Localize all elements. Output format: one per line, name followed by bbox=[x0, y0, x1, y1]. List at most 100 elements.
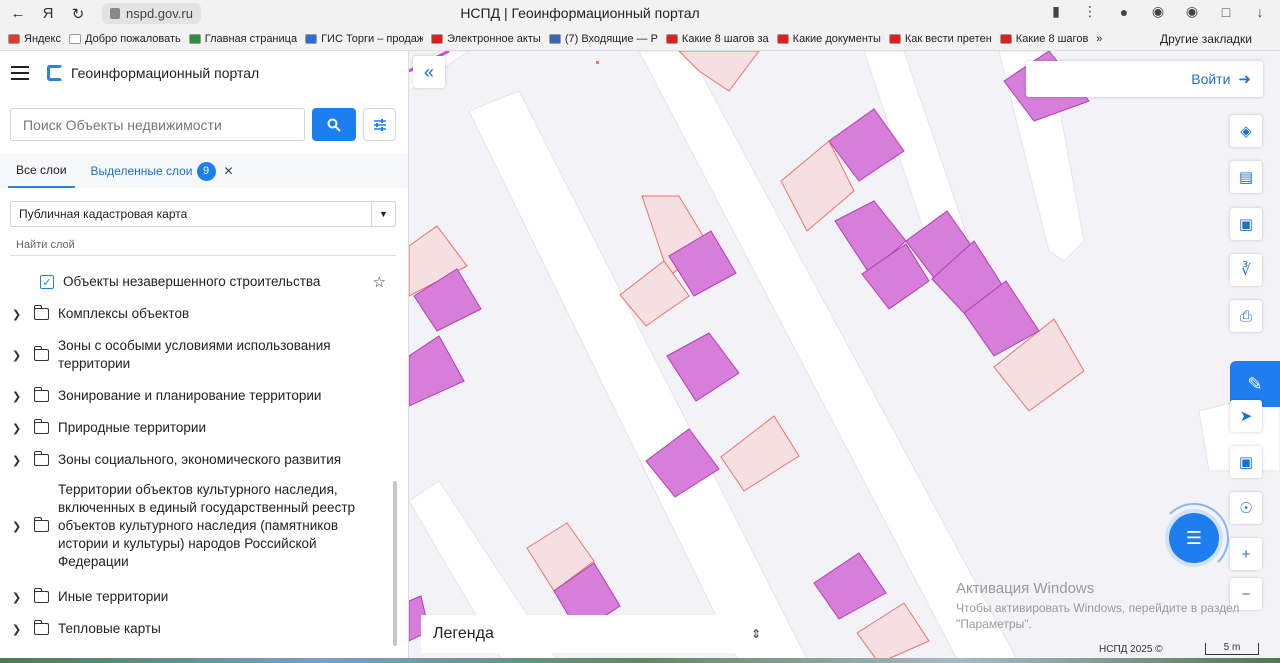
chevron-right-icon[interactable]: ❯ bbox=[12, 454, 24, 467]
layer-item-checked[interactable]: ✓ Объекты незавершенного строительства ☆ bbox=[0, 273, 396, 291]
folder-label: Комплексы объектов bbox=[58, 306, 190, 321]
parcel[interactable] bbox=[666, 332, 740, 402]
locate-button[interactable]: ➤ bbox=[1230, 400, 1262, 432]
yandex-icon[interactable]: Я bbox=[36, 2, 60, 26]
parcel[interactable] bbox=[409, 335, 465, 407]
browser-toolbar: ← Я ↻ nspd.gov.ru НСПД | Геоинформационн… bbox=[0, 0, 1280, 27]
scrollbar-thumb[interactable] bbox=[393, 481, 397, 646]
minimap-icon: ▣ bbox=[1238, 454, 1254, 471]
other-bookmarks-button[interactable]: Другие закладки bbox=[1160, 32, 1252, 46]
collapse-panel-button[interactable]: « bbox=[413, 56, 445, 88]
folder-item[interactable]: ❯ Комплексы объектов bbox=[0, 305, 396, 323]
star-icon[interactable]: ☆ bbox=[373, 273, 386, 291]
share-icon: ∛ bbox=[1241, 262, 1251, 279]
parcel[interactable] bbox=[856, 602, 930, 663]
share-icon[interactable]: □ bbox=[1216, 4, 1236, 20]
chevron-right-icon[interactable]: ❯ bbox=[12, 623, 24, 636]
hamburger-menu-icon[interactable] bbox=[11, 66, 29, 80]
login-label: Войти bbox=[1191, 71, 1231, 87]
search-button[interactable] bbox=[312, 108, 356, 141]
parcel[interactable] bbox=[720, 415, 800, 492]
bookmark-item[interactable]: Электронное акты bbox=[431, 33, 541, 45]
folder-icon bbox=[33, 419, 49, 434]
chevron-right-icon[interactable]: ❯ bbox=[12, 520, 24, 533]
minimap-button[interactable]: ▣ bbox=[1230, 446, 1262, 478]
chevron-right-icon[interactable]: ❯ bbox=[12, 591, 24, 604]
reload-icon[interactable]: ↻ bbox=[66, 2, 90, 26]
expand-collapse-icon[interactable]: ⇕ bbox=[751, 627, 761, 641]
layers-icon: ◈ bbox=[1240, 123, 1252, 140]
more-bookmarks-button[interactable]: » bbox=[1096, 33, 1102, 45]
folder-item[interactable]: ❯ Зонирование и планирование территории bbox=[0, 387, 396, 405]
find-layer-input[interactable]: Найти слой bbox=[16, 239, 75, 251]
folder-item[interactable]: ❯ Зоны с особыми условиями использования… bbox=[0, 337, 396, 373]
bookmark-item[interactable]: (7) Входящие — Р bbox=[548, 33, 658, 45]
folder-icon bbox=[33, 305, 49, 320]
legend-label: Легенда bbox=[433, 625, 494, 642]
bookmark-label: Какие 8 шагов bbox=[1015, 32, 1089, 45]
layer-checkbox[interactable]: ✓ bbox=[40, 275, 54, 289]
lock-icon bbox=[110, 8, 120, 19]
bookmark-item[interactable]: Какие 8 шагов bbox=[999, 32, 1089, 45]
chevron-right-icon[interactable]: ❯ bbox=[12, 349, 24, 362]
address-bar[interactable]: nspd.gov.ru bbox=[102, 3, 201, 24]
zoom-in-button[interactable]: + bbox=[1230, 538, 1262, 570]
assistant-icon: ✎ bbox=[1247, 373, 1263, 394]
folder-item[interactable]: ❯ Тепловые карты bbox=[0, 620, 396, 638]
bookmark-item[interactable]: Главная страница bbox=[188, 33, 297, 45]
chevron-right-icon[interactable]: ❯ bbox=[12, 308, 24, 321]
extension-icon[interactable]: ● bbox=[1114, 4, 1134, 20]
layers-button[interactable]: ◈ bbox=[1230, 115, 1262, 147]
tab-selected-layers[interactable]: Выделенные слои 9 ✕ bbox=[83, 154, 242, 188]
profile-icon[interactable]: ◉ bbox=[1148, 3, 1168, 20]
bookmark-icon[interactable]: ▮ bbox=[1046, 3, 1066, 20]
bookmark-favicon-icon bbox=[548, 33, 561, 44]
map-view[interactable]: « Войти ➜ ◈ ▤ ▣ ∛ ⎙ ✎ ➤ ▣ ☉ + − ☰ Актива… bbox=[409, 51, 1280, 663]
filter-button[interactable] bbox=[363, 108, 396, 141]
map-canvas[interactable] bbox=[409, 51, 1280, 663]
chat-button[interactable]: ☰ bbox=[1169, 513, 1219, 563]
menu-icon[interactable]: ⋮ bbox=[1080, 3, 1100, 20]
search-location-button[interactable]: ☉ bbox=[1230, 492, 1262, 524]
bookmark-item[interactable]: Какие 8 шагов за bbox=[665, 33, 769, 45]
chevron-down-icon[interactable]: ▼ bbox=[371, 202, 395, 226]
profile-icon-2[interactable]: ◉ bbox=[1182, 3, 1202, 20]
layer-tabs: Все слои Выделенные слои 9 ✕ bbox=[0, 154, 408, 188]
tab-all-layers[interactable]: Все слои bbox=[8, 154, 75, 188]
legend-panel[interactable]: Легенда ⇕ bbox=[421, 615, 773, 653]
bookmark-item[interactable]: Добро пожаловать bbox=[69, 33, 181, 45]
bookmark-item[interactable]: Как вести претен bbox=[888, 33, 992, 45]
bookmark-label: Добро пожаловать bbox=[85, 32, 181, 45]
chevron-right-icon[interactable]: ❯ bbox=[12, 422, 24, 435]
close-icon[interactable]: ✕ bbox=[224, 164, 234, 178]
area-select-button[interactable]: ▣ bbox=[1230, 208, 1262, 240]
chevron-right-icon[interactable]: ❯ bbox=[12, 390, 24, 403]
bookmark-item[interactable]: Яндекс bbox=[8, 33, 61, 45]
parcel[interactable] bbox=[813, 552, 887, 620]
bookmark-item[interactable]: ГИС Торги – продажа bbox=[305, 33, 423, 45]
tab-selected-label: Выделенные слои bbox=[90, 164, 193, 178]
download-icon[interactable]: ↓ bbox=[1250, 4, 1270, 20]
folder-icon bbox=[33, 346, 49, 361]
windows-watermark-title: Активация Windows bbox=[956, 580, 1095, 597]
folder-label: Территории объектов культурного наследия… bbox=[58, 482, 356, 569]
back-icon[interactable]: ← bbox=[6, 2, 30, 26]
folder-item[interactable]: ❯ Иные территории bbox=[0, 588, 396, 606]
print-button[interactable]: ⎙ bbox=[1230, 300, 1262, 332]
bookmark-favicon-icon bbox=[305, 33, 318, 44]
login-button[interactable]: Войти ➜ bbox=[1026, 61, 1263, 97]
ruler-button[interactable]: ▤ bbox=[1230, 161, 1262, 193]
folder-item[interactable]: ❯ Территории объектов культурного наслед… bbox=[0, 481, 396, 571]
share-button[interactable]: ∛ bbox=[1230, 254, 1262, 286]
search-input[interactable] bbox=[10, 108, 305, 141]
divider bbox=[10, 255, 396, 256]
folder-item[interactable]: ❯ Природные территории bbox=[0, 419, 396, 437]
bookmark-favicon-icon bbox=[776, 33, 789, 44]
bookmark-favicon-icon bbox=[999, 33, 1012, 44]
folder-label: Зоны с особыми условиями использования т… bbox=[58, 338, 331, 371]
folder-item[interactable]: ❯ Зоны социального, экономического разви… bbox=[0, 451, 396, 469]
basemap-select[interactable]: Публичная кадастровая карта ▼ bbox=[10, 201, 396, 227]
scale-bar: 5 m bbox=[1205, 643, 1259, 655]
bookmark-item[interactable]: Какие документы bbox=[776, 33, 881, 45]
filter-sliders-icon bbox=[373, 118, 386, 131]
